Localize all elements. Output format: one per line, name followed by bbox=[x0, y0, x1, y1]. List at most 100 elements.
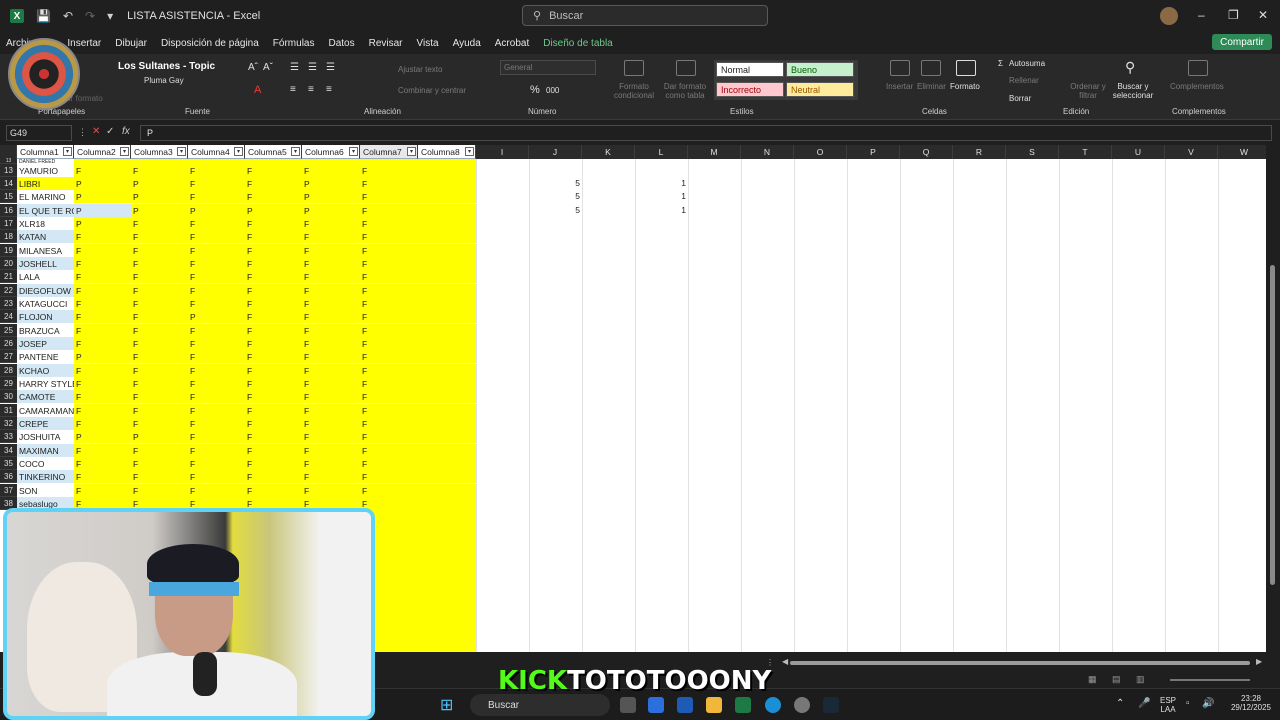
delete-cells-icon[interactable] bbox=[921, 60, 941, 76]
attendance-cell[interactable]: F bbox=[245, 417, 302, 430]
attendance-cell[interactable]: P bbox=[74, 430, 131, 443]
attendance-cell[interactable] bbox=[418, 270, 476, 283]
attendance-cell[interactable]: F bbox=[245, 230, 302, 243]
name-cell[interactable]: COCO bbox=[17, 457, 74, 470]
attendance-cell[interactable]: F bbox=[360, 164, 418, 177]
attendance-cell[interactable]: F bbox=[188, 417, 245, 430]
attendance-cell[interactable]: F bbox=[360, 310, 418, 323]
attendance-cell[interactable]: F bbox=[188, 217, 245, 230]
attendance-cell[interactable]: F bbox=[74, 484, 131, 497]
attendance-cell[interactable]: F bbox=[245, 284, 302, 297]
attendance-cell[interactable]: F bbox=[245, 310, 302, 323]
attendance-cell[interactable]: F bbox=[131, 310, 188, 323]
zoom-slider[interactable] bbox=[1170, 679, 1250, 681]
attendance-cell[interactable]: F bbox=[360, 297, 418, 310]
attendance-cell[interactable]: F bbox=[188, 230, 245, 243]
attendance-cell[interactable]: F bbox=[188, 190, 245, 203]
attendance-cell[interactable]: F bbox=[188, 164, 245, 177]
name-cell[interactable]: MAXIMAN bbox=[17, 444, 74, 457]
attendance-cell[interactable]: F bbox=[302, 337, 360, 350]
attendance-cell[interactable]: F bbox=[245, 324, 302, 337]
align-center-icon[interactable]: ≡ bbox=[308, 84, 314, 95]
attendance-cell[interactable]: F bbox=[302, 324, 360, 337]
attendance-cell[interactable]: F bbox=[302, 430, 360, 443]
attendance-cell[interactable] bbox=[418, 164, 476, 177]
name-cell[interactable]: EL QUE TE ROMP bbox=[17, 204, 74, 217]
attendance-cell[interactable]: F bbox=[302, 217, 360, 230]
column-header-j[interactable]: J bbox=[529, 145, 582, 159]
tab-dibujar[interactable]: Dibujar bbox=[115, 38, 147, 49]
row-header[interactable]: 21 bbox=[0, 270, 17, 283]
name-cell[interactable]: PANTENE bbox=[17, 350, 74, 363]
row-header[interactable]: 25 bbox=[0, 324, 17, 337]
attendance-cell[interactable]: F bbox=[131, 257, 188, 270]
attendance-cell[interactable]: P bbox=[74, 350, 131, 363]
attendance-cell[interactable]: F bbox=[360, 204, 418, 217]
attendance-cell[interactable]: F bbox=[360, 270, 418, 283]
attendance-cell[interactable]: F bbox=[245, 457, 302, 470]
name-cell[interactable]: EL MARINO bbox=[17, 190, 74, 203]
attendance-cell[interactable]: F bbox=[360, 177, 418, 190]
attendance-cell[interactable]: F bbox=[188, 404, 245, 417]
enter-icon[interactable]: ✓ bbox=[106, 126, 114, 137]
attendance-cell[interactable] bbox=[418, 297, 476, 310]
column-header-w[interactable]: W bbox=[1218, 145, 1266, 159]
search-select-button[interactable]: Buscar y seleccionar bbox=[1108, 82, 1158, 100]
column-header-p[interactable]: P bbox=[847, 145, 900, 159]
attendance-cell[interactable]: F bbox=[360, 377, 418, 390]
row-header[interactable]: 16 bbox=[0, 204, 17, 217]
row-header[interactable]: 24 bbox=[0, 310, 17, 323]
attendance-cell[interactable]: F bbox=[74, 444, 131, 457]
attendance-cell[interactable] bbox=[418, 497, 476, 510]
table-header-column1[interactable]: Columna1 ▾ bbox=[17, 145, 74, 159]
attendance-cell[interactable] bbox=[418, 257, 476, 270]
redo-icon[interactable]: ↷ bbox=[85, 9, 95, 23]
attendance-cell[interactable]: F bbox=[188, 270, 245, 283]
select-all-corner[interactable] bbox=[0, 145, 17, 159]
attendance-cell[interactable]: F bbox=[131, 284, 188, 297]
name-cell[interactable]: KCHAO bbox=[17, 364, 74, 377]
page-break-icon[interactable]: ▥ bbox=[1136, 674, 1145, 685]
autosum-icon[interactable]: Σ bbox=[998, 59, 1003, 68]
attendance-cell[interactable]: F bbox=[245, 337, 302, 350]
attendance-cell[interactable]: F bbox=[245, 350, 302, 363]
autosum-button[interactable]: Autosuma bbox=[1009, 59, 1045, 68]
name-box[interactable]: G49 bbox=[6, 125, 72, 141]
attendance-cell[interactable]: F bbox=[131, 417, 188, 430]
attendance-cell[interactable]: F bbox=[74, 404, 131, 417]
attendance-cell[interactable] bbox=[418, 444, 476, 457]
attendance-cell[interactable]: F bbox=[360, 324, 418, 337]
attendance-cell[interactable]: F bbox=[245, 164, 302, 177]
attendance-cell[interactable]: F bbox=[245, 244, 302, 257]
attendance-cell[interactable] bbox=[418, 217, 476, 230]
count-cell[interactable]: 1 bbox=[635, 178, 686, 188]
name-cell[interactable]: JOSEP bbox=[17, 337, 74, 350]
undo-icon[interactable]: ↶ bbox=[63, 9, 73, 23]
name-cell[interactable]: JOSHUITA bbox=[17, 430, 74, 443]
filter-dropdown-icon[interactable]: ▾ bbox=[465, 147, 474, 156]
attendance-cell[interactable] bbox=[418, 404, 476, 417]
attendance-cell[interactable]: F bbox=[302, 270, 360, 283]
name-cell[interactable]: KATAGUCCI bbox=[17, 297, 74, 310]
attendance-cell[interactable]: F bbox=[188, 297, 245, 310]
attendance-cell[interactable]: F bbox=[245, 217, 302, 230]
more-icon[interactable]: ⋮ bbox=[78, 127, 87, 138]
attendance-cell[interactable] bbox=[418, 204, 476, 217]
name-cell[interactable]: YAMURIO bbox=[17, 164, 74, 177]
attendance-cell[interactable]: F bbox=[188, 364, 245, 377]
table-header-column5[interactable]: Columna5 ▾ bbox=[245, 145, 302, 159]
font-color-icon[interactable]: A bbox=[254, 84, 261, 96]
attendance-cell[interactable]: F bbox=[302, 310, 360, 323]
table-header-column6[interactable]: Columna6 ▾ bbox=[302, 145, 360, 159]
language-indicator[interactable]: ESP LAA bbox=[1160, 696, 1176, 714]
attendance-cell[interactable]: P bbox=[188, 204, 245, 217]
tab-disposicion[interactable]: Disposición de página bbox=[161, 38, 259, 49]
attendance-cell[interactable]: F bbox=[360, 364, 418, 377]
attendance-cell[interactable]: F bbox=[131, 484, 188, 497]
attendance-cell[interactable]: F bbox=[188, 457, 245, 470]
insert-cells-button[interactable]: Insertar bbox=[886, 82, 913, 91]
row-header[interactable]: 17 bbox=[0, 217, 17, 230]
attendance-cell[interactable]: F bbox=[360, 244, 418, 257]
table-header-column4[interactable]: Columna4 ▾ bbox=[188, 145, 245, 159]
filter-dropdown-icon[interactable]: ▾ bbox=[120, 147, 129, 156]
